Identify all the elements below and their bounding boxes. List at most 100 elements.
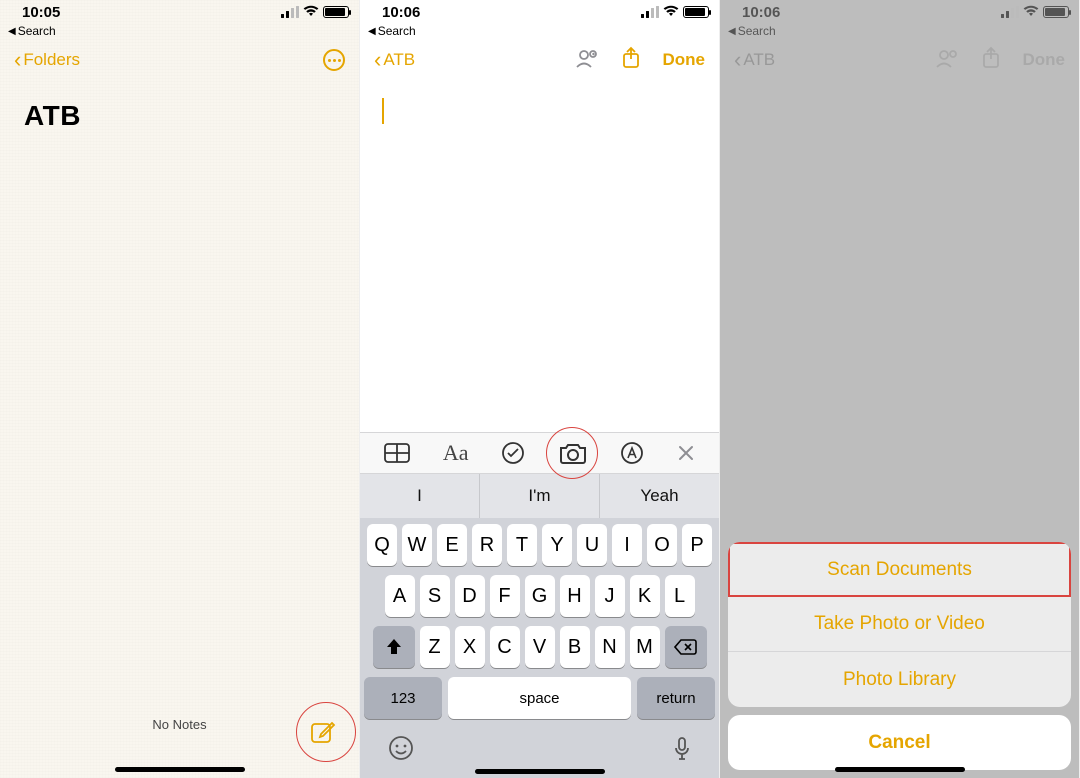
back-label: ATB — [383, 50, 415, 70]
numbers-key[interactable]: 123 — [364, 677, 442, 719]
cellular-icon — [1001, 6, 1019, 18]
key-v[interactable]: V — [525, 626, 555, 668]
editor-toolbar: Aa — [360, 432, 719, 474]
back-label: ATB — [743, 50, 775, 70]
key-z[interactable]: Z — [420, 626, 450, 668]
suggestion-bar: I I'm Yeah — [360, 474, 719, 518]
key-k[interactable]: K — [630, 575, 660, 617]
key-a[interactable]: A — [385, 575, 415, 617]
text-cursor — [382, 98, 384, 124]
key-m[interactable]: M — [630, 626, 660, 668]
wifi-icon — [303, 4, 319, 20]
screenshot-3-action-sheet: 10:06 ◀ Search ‹ ATB — [720, 0, 1080, 778]
collaborate-button — [935, 47, 959, 74]
key-i[interactable]: I — [612, 524, 642, 566]
shift-key[interactable] — [373, 626, 415, 668]
share-button[interactable] — [621, 46, 641, 75]
note-body[interactable]: Aa I I'm Yeah QWERTYUIOP — [360, 78, 719, 778]
text-format-icon[interactable]: Aa — [443, 440, 469, 466]
suggestion-2[interactable]: I'm — [480, 474, 600, 518]
breadcrumb-search: ◀ Search — [720, 24, 1079, 40]
cellular-icon — [281, 6, 299, 18]
breadcrumb-search[interactable]: ◀ Search — [0, 24, 359, 40]
key-row-1: QWERTYUIOP — [364, 524, 715, 566]
dictation-icon[interactable] — [673, 736, 691, 767]
key-g[interactable]: G — [525, 575, 555, 617]
table-icon[interactable] — [384, 443, 410, 463]
wifi-icon — [1023, 4, 1039, 20]
key-h[interactable]: H — [560, 575, 590, 617]
nav-bar: ‹ ATB Done — [360, 40, 719, 80]
key-t[interactable]: T — [507, 524, 537, 566]
markup-icon[interactable] — [620, 441, 644, 465]
back-label: Folders — [23, 50, 80, 70]
key-b[interactable]: B — [560, 626, 590, 668]
done-button[interactable]: Done — [663, 50, 706, 70]
photo-library-button[interactable]: Photo Library — [728, 652, 1071, 707]
share-button — [981, 46, 1001, 75]
key-e[interactable]: E — [437, 524, 467, 566]
home-indicator[interactable] — [115, 767, 245, 772]
key-y[interactable]: Y — [542, 524, 572, 566]
battery-icon — [683, 6, 709, 18]
compose-button[interactable] — [301, 710, 345, 754]
wifi-icon — [663, 4, 679, 20]
return-key[interactable]: return — [637, 677, 715, 719]
action-sheet-group: Scan Documents Take Photo or Video Photo… — [728, 542, 1071, 707]
status-time: 10:06 — [382, 4, 420, 21]
key-n[interactable]: N — [595, 626, 625, 668]
home-indicator[interactable] — [835, 767, 965, 772]
key-p[interactable]: P — [682, 524, 712, 566]
key-f[interactable]: F — [490, 575, 520, 617]
cellular-icon — [641, 6, 659, 18]
breadcrumb-search[interactable]: ◀ Search — [360, 24, 719, 40]
scan-documents-button[interactable]: Scan Documents — [728, 542, 1071, 597]
back-button[interactable]: ‹ Folders — [14, 49, 80, 71]
breadcrumb-label: Search — [18, 24, 56, 38]
nav-bar: ‹ ATB Done — [720, 40, 1079, 80]
key-r[interactable]: R — [472, 524, 502, 566]
key-j[interactable]: J — [595, 575, 625, 617]
emoji-icon[interactable] — [388, 735, 414, 768]
key-x[interactable]: X — [455, 626, 485, 668]
status-bar: 10:06 — [720, 0, 1079, 24]
key-row-bottom: 123 space return — [364, 677, 715, 719]
key-s[interactable]: S — [420, 575, 450, 617]
key-row-3: ZXCVBNM — [364, 626, 715, 668]
key-w[interactable]: W — [402, 524, 432, 566]
battery-icon — [1043, 6, 1069, 18]
key-o[interactable]: O — [647, 524, 677, 566]
cancel-button[interactable]: Cancel — [728, 715, 1071, 770]
key-l[interactable]: L — [665, 575, 695, 617]
space-key[interactable]: space — [448, 677, 631, 719]
key-c[interactable]: C — [490, 626, 520, 668]
checklist-icon[interactable] — [501, 441, 525, 465]
more-button[interactable] — [323, 49, 345, 71]
chevron-left-icon: ‹ — [374, 49, 381, 71]
key-q[interactable]: Q — [367, 524, 397, 566]
suggestion-1[interactable]: I — [360, 474, 480, 518]
nav-bar: ‹ Folders — [0, 40, 359, 80]
home-indicator[interactable] — [475, 769, 605, 774]
back-button[interactable]: ‹ ATB — [374, 49, 415, 71]
key-row-2: ASDFGHJKL — [364, 575, 715, 617]
action-sheet: Scan Documents Take Photo or Video Photo… — [728, 542, 1071, 770]
collaborate-button[interactable] — [575, 47, 599, 74]
screenshot-1-notes-folder: 10:05 ◀ Search ‹ Folders ATB No Notes — [0, 0, 360, 778]
camera-icon[interactable] — [558, 441, 588, 465]
take-photo-button[interactable]: Take Photo or Video — [728, 597, 1071, 652]
back-button: ‹ ATB — [734, 49, 775, 71]
back-triangle-icon: ◀ — [728, 26, 736, 37]
key-d[interactable]: D — [455, 575, 485, 617]
status-icons — [281, 4, 349, 20]
delete-key[interactable] — [665, 626, 707, 668]
suggestion-3[interactable]: Yeah — [600, 474, 719, 518]
close-icon[interactable] — [677, 444, 695, 462]
key-u[interactable]: U — [577, 524, 607, 566]
chevron-left-icon: ‹ — [14, 49, 21, 71]
status-icons — [641, 4, 709, 20]
back-triangle-icon: ◀ — [8, 26, 16, 37]
keyboard-area: Aa I I'm Yeah QWERTYUIOP — [360, 432, 719, 778]
back-triangle-icon: ◀ — [368, 26, 376, 37]
status-icons — [1001, 4, 1069, 20]
